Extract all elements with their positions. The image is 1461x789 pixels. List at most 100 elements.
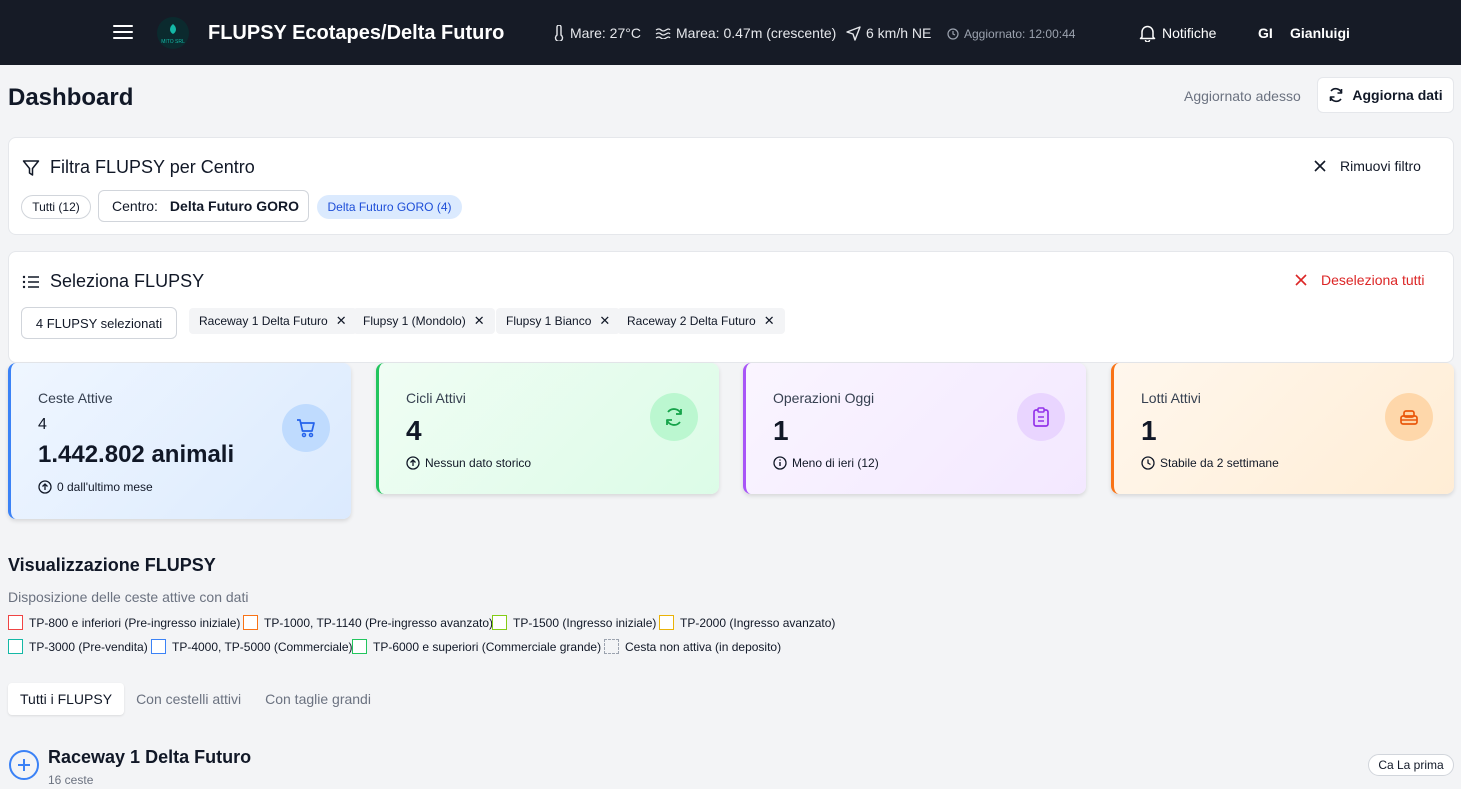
page-title: Dashboard — [8, 84, 134, 111]
user-name[interactable]: Gianluigi — [1290, 25, 1350, 41]
filter-title: Filtra FLUPSY per Centro — [22, 157, 255, 178]
legend-item: TP-3000 (Pre-vendita) — [8, 639, 148, 654]
legend-label: TP-800 e inferiori (Pre-ingresso inizial… — [29, 615, 241, 630]
legend-label: Cesta non attiva (in deposito) — [625, 639, 782, 654]
tab-all-flupsy[interactable]: Tutti i FLUPSY — [8, 683, 125, 715]
legend-item: TP-800 e inferiori (Pre-ingresso inizial… — [8, 615, 240, 630]
arrow-up-circle-icon — [406, 456, 420, 470]
tide: Marea: 0.47m (crescente) — [655, 25, 836, 41]
sea-temp: Mare: 27°C — [553, 25, 641, 41]
thermometer-icon — [554, 25, 564, 41]
select-flupsy-title: Seleziona FLUPSY — [22, 271, 204, 292]
legend-item: TP-2000 (Ingresso avanzato) — [659, 615, 835, 630]
close-icon — [1295, 274, 1307, 286]
center-select[interactable]: Centro: Delta Futuro GORO — [98, 190, 309, 222]
close-icon — [1314, 160, 1326, 172]
chip-label: Raceway 2 Delta Futuro — [627, 314, 756, 328]
raceway-subtitle: 16 ceste — [48, 773, 94, 787]
stat-value: 4 — [38, 416, 47, 433]
legend-item: TP-1000, TP-1140 (Pre-ingresso avanzato) — [243, 615, 493, 630]
chip-label: Raceway 1 Delta Futuro — [199, 314, 328, 328]
legend-label: TP-1500 (Ingresso iniziale) — [513, 615, 657, 630]
top-navbar: MITO SRL FLUPSY Ecotapes/Delta Futuro Ma… — [0, 0, 1461, 65]
legend-item: TP-4000, TP-5000 (Commerciale) — [151, 639, 353, 654]
package-icon — [1385, 393, 1433, 441]
remove-chip-icon[interactable]: ✕ — [474, 313, 485, 329]
stat-card-operazioni: Operazioni Oggi 1 Meno di ieri (12) — [743, 363, 1086, 494]
refresh-label: Aggiorna dati — [1352, 87, 1443, 103]
tide-text: Marea: 0.47m (crescente) — [676, 25, 837, 41]
legend-label: TP-3000 (Pre-vendita) — [29, 639, 148, 654]
stat-sub-text: Nessun dato storico — [425, 456, 532, 470]
info-icon — [773, 456, 787, 470]
deselect-all-button[interactable]: Deseleziona tutti — [1295, 272, 1425, 288]
legend-label: TP-6000 e superiori (Commerciale grande) — [373, 639, 602, 654]
flupsy-count-select[interactable]: 4 FLUPSY selezionati — [21, 307, 177, 339]
stat-value: 4 — [406, 415, 422, 446]
notifications-button[interactable]: Notifiche — [1139, 24, 1216, 42]
selected-flupsy-chip[interactable]: Raceway 1 Delta Futuro ✕ — [189, 308, 357, 334]
logo: MITO SRL — [157, 17, 189, 49]
wind: 6 km/h NE — [846, 25, 931, 41]
cart-icon — [282, 404, 330, 452]
stat-value: 1 — [773, 415, 789, 446]
remove-chip-icon[interactable]: ✕ — [599, 313, 610, 329]
clipboard-icon — [1017, 393, 1065, 441]
avatar[interactable]: GI — [1258, 25, 1273, 41]
stat-sub: Meno di ieri (12) — [773, 456, 879, 470]
legend-label: TP-1000, TP-1140 (Pre-ingresso avanzato) — [264, 615, 494, 630]
viz-subtitle: Disposizione delle ceste attive con dati — [8, 589, 249, 605]
selected-flupsy-chip[interactable]: Raceway 2 Delta Futuro ✕ — [617, 308, 785, 334]
legend-item: TP-6000 e superiori (Commerciale grande) — [352, 639, 601, 654]
select-flupsy-card — [8, 251, 1454, 363]
arrow-up-circle-icon — [38, 480, 52, 494]
remove-chip-icon[interactable]: ✕ — [764, 313, 775, 329]
viz-title: Visualizzazione FLUPSY — [8, 555, 216, 575]
legend-item: TP-1500 (Ingresso iniziale) — [492, 615, 656, 630]
logo-text: MITO SRL — [161, 39, 185, 45]
filter-all-pill[interactable]: Tutti (12) — [21, 195, 91, 219]
selected-flupsy-chip[interactable]: Flupsy 1 (Mondolo) ✕ — [353, 308, 495, 334]
legend-label: TP-2000 (Ingresso avanzato) — [680, 615, 836, 630]
stat-sub: Nessun dato storico — [406, 456, 531, 470]
expand-plus-icon[interactable] — [9, 750, 39, 780]
stat-sub-text: Stabile da 2 settimane — [1160, 456, 1279, 470]
refresh-button[interactable]: Aggiorna dati — [1317, 77, 1454, 113]
notifications-label: Notifiche — [1162, 25, 1217, 41]
active-center-badge: Delta Futuro GORO (4) — [317, 195, 462, 219]
refresh-icon — [1330, 87, 1343, 103]
stat-label: Cicli Attivi — [406, 390, 466, 406]
waves-icon — [655, 28, 671, 39]
center-select-value: Delta Futuro GORO — [169, 198, 300, 214]
last-updated: Aggiornato: 12:00:44 — [947, 27, 1075, 41]
stat-sub-text: 0 dall'ultimo mese — [57, 480, 153, 494]
last-updated-text: Aggiornato: 12:00:44 — [964, 27, 1076, 41]
bell-icon — [1139, 25, 1156, 42]
navigation-icon — [846, 25, 861, 41]
flupsy-tabs: Tutti i FLUPSY Con cestelli attivi Con t… — [8, 681, 383, 717]
refresh-cycle-icon — [650, 393, 698, 441]
tab-large-sizes[interactable]: Con taglie grandi — [253, 683, 383, 715]
raceway-badge: Ca La prima — [1368, 754, 1454, 776]
clock-icon — [947, 28, 959, 40]
center-select-label: Centro: — [112, 198, 158, 214]
legend-item: Cesta non attiva (in deposito) — [604, 639, 781, 654]
stat-label: Lotti Attivi — [1141, 390, 1201, 406]
deselect-all-label: Deseleziona tutti — [1321, 272, 1425, 288]
stat-label: Ceste Attive — [38, 390, 113, 406]
stat-sub: Stabile da 2 settimane — [1141, 456, 1279, 470]
chip-label: Flupsy 1 Bianco — [506, 314, 592, 328]
selected-flupsy-chip[interactable]: Flupsy 1 Bianco ✕ — [496, 308, 621, 334]
stat-value: 1 — [1141, 415, 1157, 446]
updated-status: Aggiornato adesso — [1184, 88, 1301, 104]
clock-icon — [1141, 456, 1155, 470]
stat-animals: 1.442.802 animali — [38, 441, 235, 468]
menu-icon[interactable] — [113, 22, 133, 42]
remove-filter-button[interactable]: Rimuovi filtro — [1314, 158, 1421, 174]
stat-label: Operazioni Oggi — [773, 390, 875, 406]
remove-chip-icon[interactable]: ✕ — [336, 313, 347, 329]
wind-text: 6 km/h NE — [866, 25, 932, 41]
chip-label: Flupsy 1 (Mondolo) — [363, 314, 466, 328]
legend-label: TP-4000, TP-5000 (Commerciale) — [172, 639, 353, 654]
tab-active-baskets[interactable]: Con cestelli attivi — [124, 683, 253, 715]
